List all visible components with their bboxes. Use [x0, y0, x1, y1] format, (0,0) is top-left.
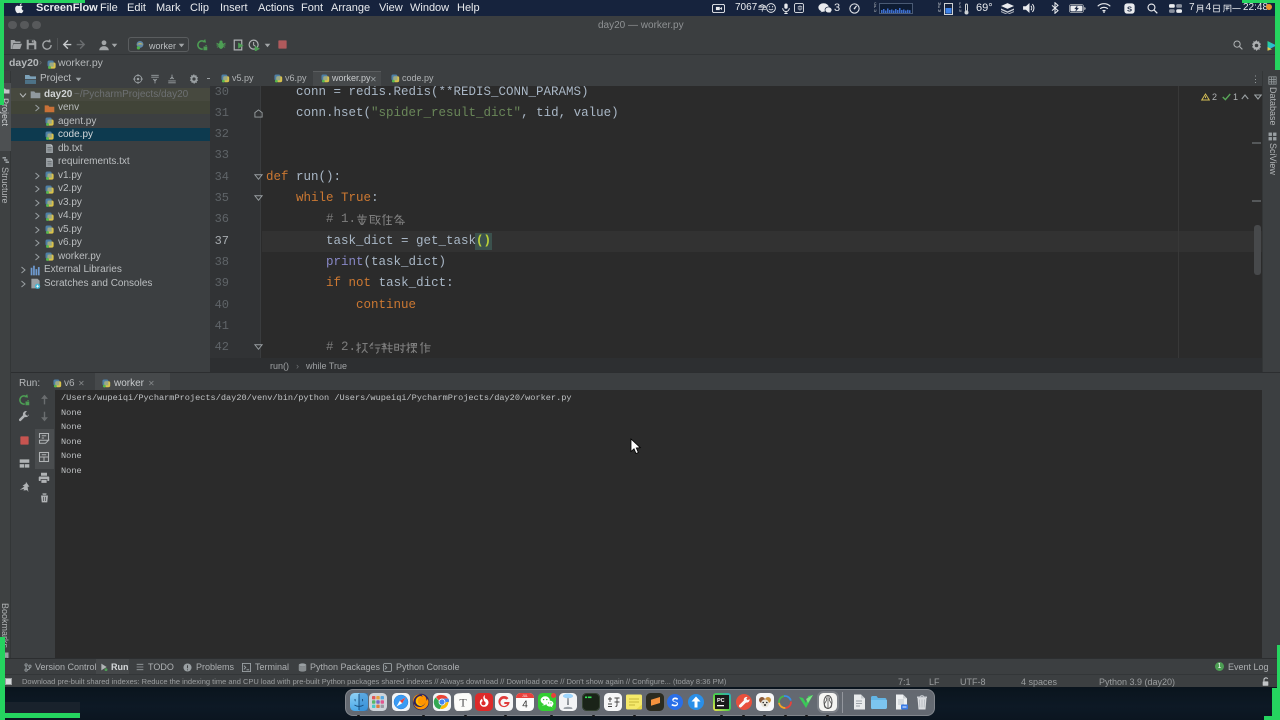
svg-text:PC: PC	[717, 698, 725, 704]
svg-text:S: S	[1127, 4, 1132, 13]
svg-text:T: T	[459, 696, 467, 710]
svg-text:4: 4	[522, 700, 528, 711]
svg-text:JUL: JUL	[522, 694, 528, 698]
